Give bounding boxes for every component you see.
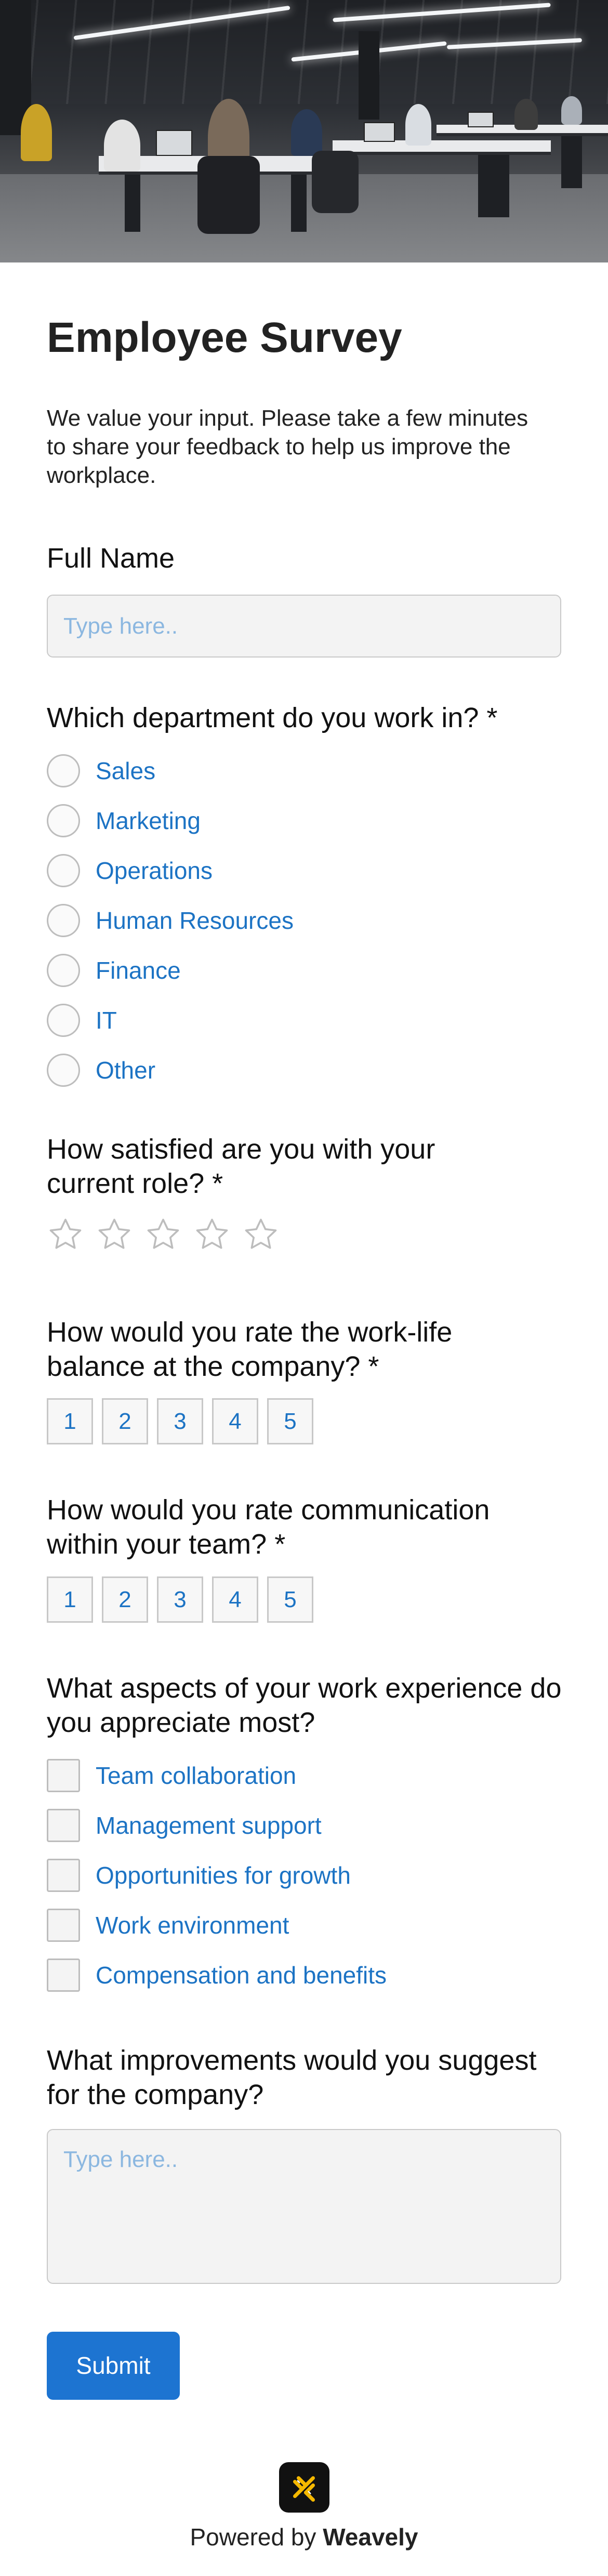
survey-intro: We value your input. Please take a few m… bbox=[47, 405, 528, 489]
option-label: Operations bbox=[96, 857, 213, 884]
aspect-option-management-support[interactable]: Management support bbox=[47, 1800, 561, 1850]
full-name-question: Full Name Type here.. bbox=[47, 542, 561, 658]
full-name-placeholder: Type here.. bbox=[63, 613, 178, 639]
submit-row: Submit bbox=[47, 2331, 561, 2400]
scale-option-3[interactable]: 3 bbox=[157, 1398, 203, 1445]
improvements-textarea[interactable]: Type here.. bbox=[47, 2128, 561, 2284]
department-label: Which department do you work in? * bbox=[47, 702, 498, 734]
aspects-options: Team collaboration Management support Op… bbox=[47, 1751, 561, 2000]
scale-option-5[interactable]: 5 bbox=[267, 1576, 313, 1623]
aspect-option-work-environment[interactable]: Work environment bbox=[47, 1900, 561, 1950]
improvements-label: What improvements would you suggest for … bbox=[47, 2044, 537, 2110]
powered-prefix: Powered by bbox=[190, 2523, 316, 2551]
star-icon[interactable] bbox=[96, 1216, 133, 1253]
aspects-question: What aspects of your work experience do … bbox=[47, 1672, 561, 2000]
option-label: Sales bbox=[96, 757, 156, 784]
star-icon[interactable] bbox=[242, 1216, 280, 1253]
communication-scale: 1 2 3 4 5 bbox=[47, 1576, 561, 1623]
checkbox[interactable] bbox=[47, 1858, 80, 1892]
department-option-operations[interactable]: Operations bbox=[47, 846, 561, 896]
communication-question: How would you rate communication within … bbox=[47, 1493, 561, 1623]
brand-name[interactable]: Weavely bbox=[323, 2524, 418, 2551]
radio-button[interactable] bbox=[47, 903, 80, 937]
submit-button[interactable]: Submit bbox=[47, 2331, 180, 2400]
option-label: Finance bbox=[96, 956, 181, 984]
option-label: Work environment bbox=[96, 1911, 289, 1939]
scale-option-2[interactable]: 2 bbox=[102, 1398, 148, 1445]
department-question: Which department do you work in? * Sales… bbox=[47, 701, 561, 1095]
option-label: Team collaboration bbox=[96, 1762, 297, 1789]
scale-option-2[interactable]: 2 bbox=[102, 1576, 148, 1623]
scale-option-1[interactable]: 1 bbox=[47, 1576, 93, 1623]
communication-label: How would you rate communication within … bbox=[47, 1494, 490, 1560]
page-title: Employee Survey bbox=[47, 314, 402, 361]
option-label: Compensation and benefits bbox=[96, 1961, 387, 1989]
option-label: Management support bbox=[96, 1811, 322, 1839]
department-option-sales[interactable]: Sales bbox=[47, 746, 561, 796]
option-label: Human Resources bbox=[96, 906, 294, 934]
aspect-option-team-collaboration[interactable]: Team collaboration bbox=[47, 1751, 561, 1800]
aspect-option-opportunities-for-growth[interactable]: Opportunities for growth bbox=[47, 1850, 561, 1900]
aspect-option-compensation-and-benefits[interactable]: Compensation and benefits bbox=[47, 1950, 561, 2000]
department-option-human-resources[interactable]: Human Resources bbox=[47, 896, 561, 945]
full-name-label: Full Name bbox=[47, 543, 175, 574]
scale-option-4[interactable]: 4 bbox=[212, 1398, 258, 1445]
option-label: Opportunities for growth bbox=[96, 1861, 351, 1889]
radio-button[interactable] bbox=[47, 853, 80, 887]
star-icon[interactable] bbox=[144, 1216, 182, 1253]
checkbox[interactable] bbox=[47, 1958, 80, 1992]
radio-button[interactable] bbox=[47, 1003, 80, 1037]
satisfaction-question: How satisfied are you with your current … bbox=[47, 1133, 561, 1253]
star-icon[interactable] bbox=[193, 1216, 231, 1253]
star-rating bbox=[47, 1216, 561, 1253]
department-option-other[interactable]: Other bbox=[47, 1045, 561, 1095]
radio-button[interactable] bbox=[47, 1053, 80, 1087]
hero-office-image bbox=[0, 0, 608, 262]
checkbox[interactable] bbox=[47, 1908, 80, 1942]
checkbox[interactable] bbox=[47, 1808, 80, 1842]
footer: Powered by Weavely bbox=[0, 2462, 608, 2551]
radio-button[interactable] bbox=[47, 953, 80, 987]
option-label: IT bbox=[96, 1006, 117, 1034]
full-name-input[interactable]: Type here.. bbox=[47, 595, 561, 658]
work-life-label: How would you rate the work-life balance… bbox=[47, 1316, 453, 1382]
star-icon[interactable] bbox=[47, 1216, 84, 1253]
scale-option-5[interactable]: 5 bbox=[267, 1398, 313, 1445]
department-option-it[interactable]: IT bbox=[47, 995, 561, 1045]
weavely-logo-icon[interactable] bbox=[279, 2462, 329, 2513]
work-life-question: How would you rate the work-life balance… bbox=[47, 1316, 561, 1445]
option-label: Marketing bbox=[96, 807, 201, 834]
improvements-placeholder: Type here.. bbox=[63, 2146, 178, 2172]
work-life-scale: 1 2 3 4 5 bbox=[47, 1398, 561, 1445]
survey-page: Employee Survey We value your input. Ple… bbox=[0, 0, 608, 2576]
improvements-question: What improvements would you suggest for … bbox=[47, 2044, 561, 2284]
department-options: Sales Marketing Operations Human Resourc… bbox=[47, 746, 561, 1095]
department-option-marketing[interactable]: Marketing bbox=[47, 796, 561, 846]
option-label: Other bbox=[96, 1056, 156, 1084]
radio-button[interactable] bbox=[47, 804, 80, 837]
satisfaction-label: How satisfied are you with your current … bbox=[47, 1133, 435, 1199]
checkbox[interactable] bbox=[47, 1758, 80, 1792]
scale-option-3[interactable]: 3 bbox=[157, 1576, 203, 1623]
aspects-label: What aspects of your work experience do … bbox=[47, 1673, 562, 1739]
scale-option-1[interactable]: 1 bbox=[47, 1398, 93, 1445]
weavely-logo-mark bbox=[293, 2476, 315, 2502]
radio-button[interactable] bbox=[47, 754, 80, 787]
powered-by-text: Powered by Weavely bbox=[0, 2523, 608, 2551]
scale-option-4[interactable]: 4 bbox=[212, 1576, 258, 1623]
department-option-finance[interactable]: Finance bbox=[47, 945, 561, 995]
